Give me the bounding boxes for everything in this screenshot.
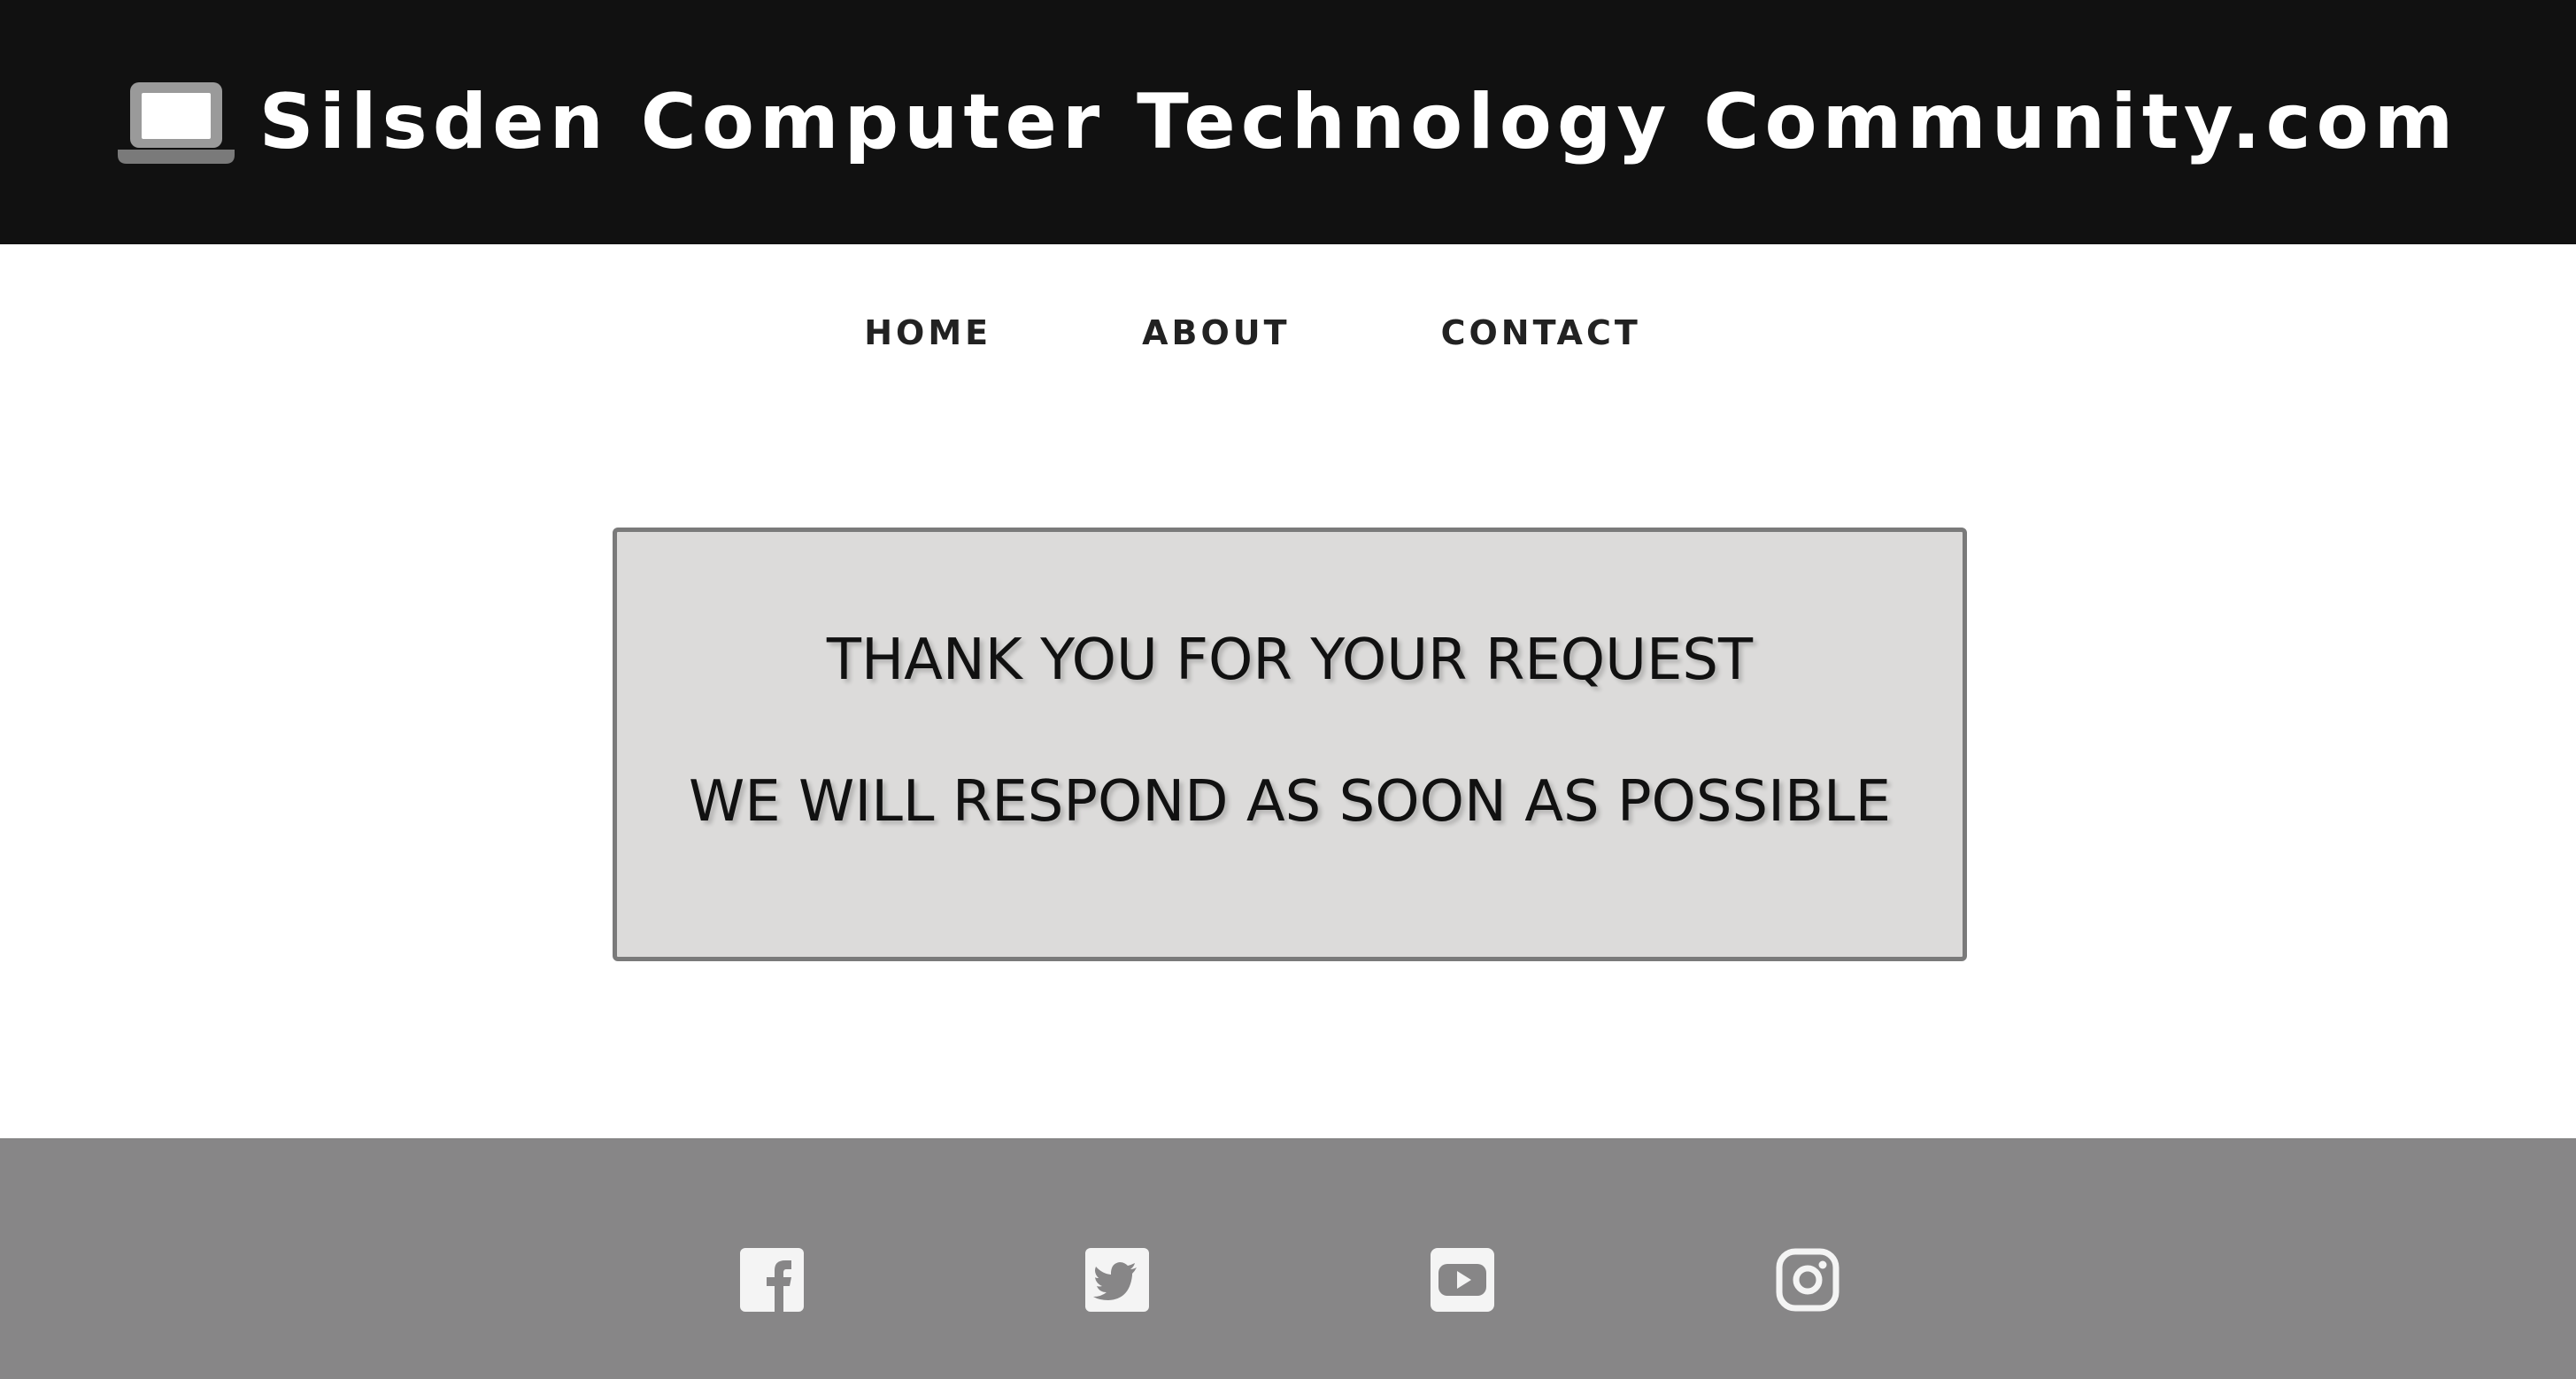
twitter-icon (1085, 1248, 1149, 1312)
youtube-link[interactable] (1431, 1248, 1494, 1312)
respond-text: WE WILL RESPOND AS SOON AS POSSIBLE (688, 769, 1892, 835)
social-item-twitter (1085, 1248, 1149, 1312)
social-item-youtube (1431, 1248, 1494, 1312)
social-links (740, 1248, 1839, 1312)
laptop-icon (117, 82, 235, 164)
nav-item-home: HOME (864, 313, 991, 352)
nav-link-contact[interactable]: CONTACT (1441, 313, 1641, 352)
instagram-link[interactable] (1776, 1248, 1839, 1312)
social-item-instagram (1776, 1248, 1839, 1312)
site-footer (0, 1138, 2576, 1379)
instagram-icon (1776, 1248, 1839, 1312)
nav-link-home[interactable]: HOME (864, 313, 991, 352)
twitter-link[interactable] (1085, 1248, 1149, 1312)
social-item-facebook (740, 1248, 804, 1312)
confirmation-message-box: THANK YOU FOR YOUR REQUEST WE WILL RESPO… (613, 528, 1967, 961)
brand-link[interactable]: Silsden Computer Technology Community.co… (117, 78, 2459, 166)
nav-item-about: ABOUT (1142, 313, 1290, 352)
youtube-icon (1431, 1248, 1494, 1312)
thank-you-text: THANK YOU FOR YOUR REQUEST (826, 628, 1754, 693)
facebook-icon (740, 1248, 804, 1312)
nav-list: HOME ABOUT CONTACT (864, 313, 1641, 352)
main-nav: HOME ABOUT CONTACT (0, 244, 2576, 466)
site-title: Silsden Computer Technology Community.co… (258, 78, 2459, 166)
nav-item-contact: CONTACT (1441, 313, 1641, 352)
nav-link-about[interactable]: ABOUT (1142, 313, 1290, 352)
site-header: Silsden Computer Technology Community.co… (0, 0, 2576, 244)
facebook-link[interactable] (740, 1248, 804, 1312)
